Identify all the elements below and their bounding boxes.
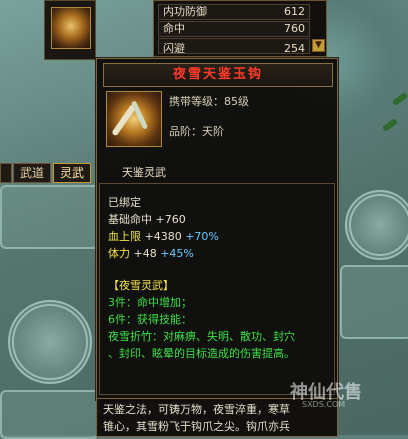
stat-base-hit: 基础命中 +760: [108, 211, 186, 227]
stat-value: +4380: [144, 230, 182, 243]
item-title: 夜雪天鉴玉钩: [103, 63, 333, 87]
stat-name: 闪避: [163, 42, 185, 54]
stat-value: 760: [284, 22, 305, 35]
floor-tile: [0, 185, 99, 249]
stat-name: 内功防御: [163, 5, 207, 18]
carry-level: 携带等级：85级: [169, 95, 249, 108]
skill-description: 、封印、眩晕的目标造成的伤害提高。: [108, 347, 295, 360]
watermark-sub: SXDS.COM: [302, 400, 346, 409]
stat-value: 612: [284, 5, 305, 18]
floor-rosette: [8, 300, 92, 384]
stat-value: 254: [284, 42, 305, 54]
stat-value: +760: [155, 213, 186, 226]
stat-bonus: +70%: [185, 230, 219, 243]
tab-partial[interactable]: [0, 163, 12, 183]
stat-row-inner-defense: 内功防御 612: [158, 4, 310, 20]
item-weapon-icon: [106, 91, 162, 147]
equipment-slot[interactable]: [44, 0, 96, 60]
stat-stamina: 体力 +48 +45%: [108, 245, 194, 261]
item-attributes: 已绑定 基础命中 +760 血上限 +4380 +70% 体力 +48 +45%…: [99, 183, 335, 395]
skill-description: 夜雪折竹：对麻痹、失明、散功、封穴: [108, 330, 295, 343]
weapon-icon[interactable]: [51, 7, 91, 49]
stat-name: 命中: [163, 22, 185, 35]
description-line: 锥心，其雪粉飞于钩爪之尖。钩爪亦兵: [103, 420, 290, 433]
stat-label: 血上限: [108, 230, 141, 243]
tab-wudao[interactable]: 武道: [13, 163, 51, 183]
item-quality: 品阶：天阶: [169, 125, 224, 138]
set-name: 【夜雪灵武】: [108, 279, 174, 292]
set-bonus-6: 6件：获得技能：: [108, 313, 192, 326]
stat-bonus: +45%: [160, 247, 194, 260]
stat-hp: 血上限 +4380 +70%: [108, 228, 219, 244]
bound-status: 已绑定: [108, 196, 141, 209]
stat-label: 体力: [108, 247, 130, 260]
set-bonus-3: 3件：命中增加；: [108, 296, 192, 309]
floor-tile: [0, 390, 99, 439]
item-tooltip: 夜雪天鉴玉钩 携带等级：85级 品阶：天阶 天鉴灵武 已绑定 基础命中 +760…: [96, 58, 338, 400]
tab-lingwu[interactable]: 灵武: [53, 163, 91, 183]
blade-shape: [130, 100, 149, 130]
floor-tile: [340, 265, 408, 339]
description-line: 天鉴之法，可铸万物，夜雪淬重，寒草: [103, 403, 290, 416]
stats-panel: 内功防御 612 命中 760 闪避 254 ▼: [153, 0, 327, 57]
floor-rosette: [345, 190, 408, 260]
scroll-down-button[interactable]: ▼: [312, 39, 325, 52]
stat-row-hit: 命中 760: [158, 21, 310, 37]
stat-label: 基础命中: [108, 213, 152, 226]
stat-row-dodge: 闪避 254: [158, 38, 310, 54]
stat-value: +48: [133, 247, 157, 260]
item-subtitle: 天鉴灵武: [122, 166, 166, 179]
